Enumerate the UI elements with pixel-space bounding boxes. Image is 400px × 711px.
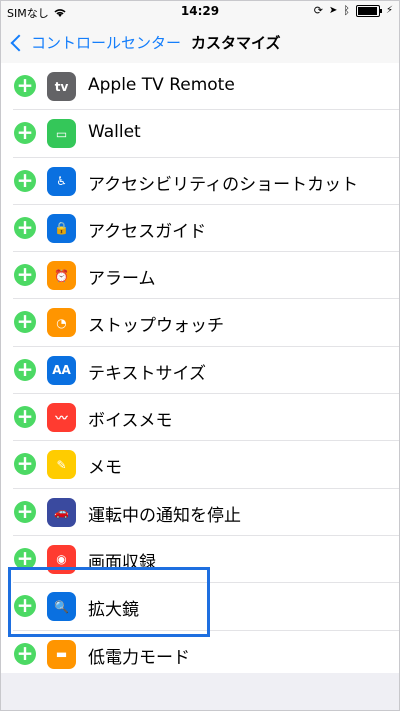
add-button[interactable]: + [14,358,36,381]
add-button[interactable]: + [14,169,36,192]
list-item[interactable]: + ▭ Wallet [1,110,399,158]
back-label: コントロールセンター [31,34,182,52]
list-item[interactable]: + tv Apple TV Remote [1,63,399,111]
apple-tv-icon: tv [47,72,76,101]
bluetooth-icon: ᛒ [343,4,350,17]
add-button[interactable]: + [14,75,36,97]
chevron-left-icon [10,34,28,51]
highlight-box [8,567,210,637]
add-button[interactable]: + [14,500,36,523]
list-item[interactable]: + ⏰ アラーム [1,252,399,300]
add-button[interactable]: + [14,642,36,665]
car-icon: 🚗 [47,497,76,527]
list-item-label: Wallet [88,122,141,143]
notes-icon: ✎ [47,450,76,480]
list-item-label: テキストサイズ [88,363,206,384]
list-item-label: 運転中の通知を停止 [88,505,241,526]
status-right: ⟳ ➤ ᛒ ⚡ [314,4,393,17]
add-button[interactable]: + [14,216,36,239]
battery-icon: ▬ [47,639,76,669]
wallet-icon: ▭ [47,119,76,149]
location-icon: ➤ [328,5,338,16]
alarm-icon: ⏰ [47,261,76,291]
list-item-label: ストップウォッチ [88,316,224,337]
list-item-label: メモ [88,458,122,479]
charging-icon: ⚡ [385,5,393,16]
list-item[interactable]: + AA テキストサイズ [1,347,399,395]
list-item[interactable]: + ♿ アクセシビリティのショートカット [1,158,399,206]
add-button[interactable]: + [14,122,36,145]
list-item[interactable]: + ◔ ストップウォッチ [1,299,399,348]
list-item[interactable]: + 〰ボイスメモ [1,394,399,442]
rotation-lock-icon: ⟳ [313,4,323,17]
lock-icon: 🔒 [47,213,76,243]
stopwatch-icon: ◔ [47,308,76,338]
list-item[interactable]: + 🚗 運転中の通知を停止 [1,489,399,537]
status-bar: SIMなし 14:29 ⟳ ➤ ᛒ ⚡ [1,1,399,23]
battery-icon [355,4,382,17]
list-item-label: ボイスメモ [88,411,173,432]
footer-area [1,673,399,710]
voice-memo-icon: 〰 [47,403,76,433]
list-item-label: アクセシビリティのショートカット [88,174,359,195]
list-item-label: アラーム [88,269,156,290]
back-button[interactable]: コントロールセンター [9,32,181,53]
list-item[interactable]: + 🔒 アクセスガイド [1,205,399,253]
navigation-bar: コントロールセンター カスタマイズ [1,23,399,64]
page-title: カスタマイズ [191,34,281,52]
add-button[interactable]: + [14,264,36,287]
accessibility-icon: ♿ [47,166,76,196]
list-item[interactable]: + ✎ メモ [1,441,399,489]
add-button[interactable]: + [14,311,36,334]
text-size-icon: AA [47,355,76,385]
add-button[interactable]: + [14,453,36,476]
battery-fill [357,6,377,15]
list-item-label: 低電力モード [88,647,190,668]
add-button[interactable]: + [14,406,36,429]
list-item-label: アクセスガイド [88,221,207,242]
list-item-label: Apple TV Remote [88,75,235,95]
